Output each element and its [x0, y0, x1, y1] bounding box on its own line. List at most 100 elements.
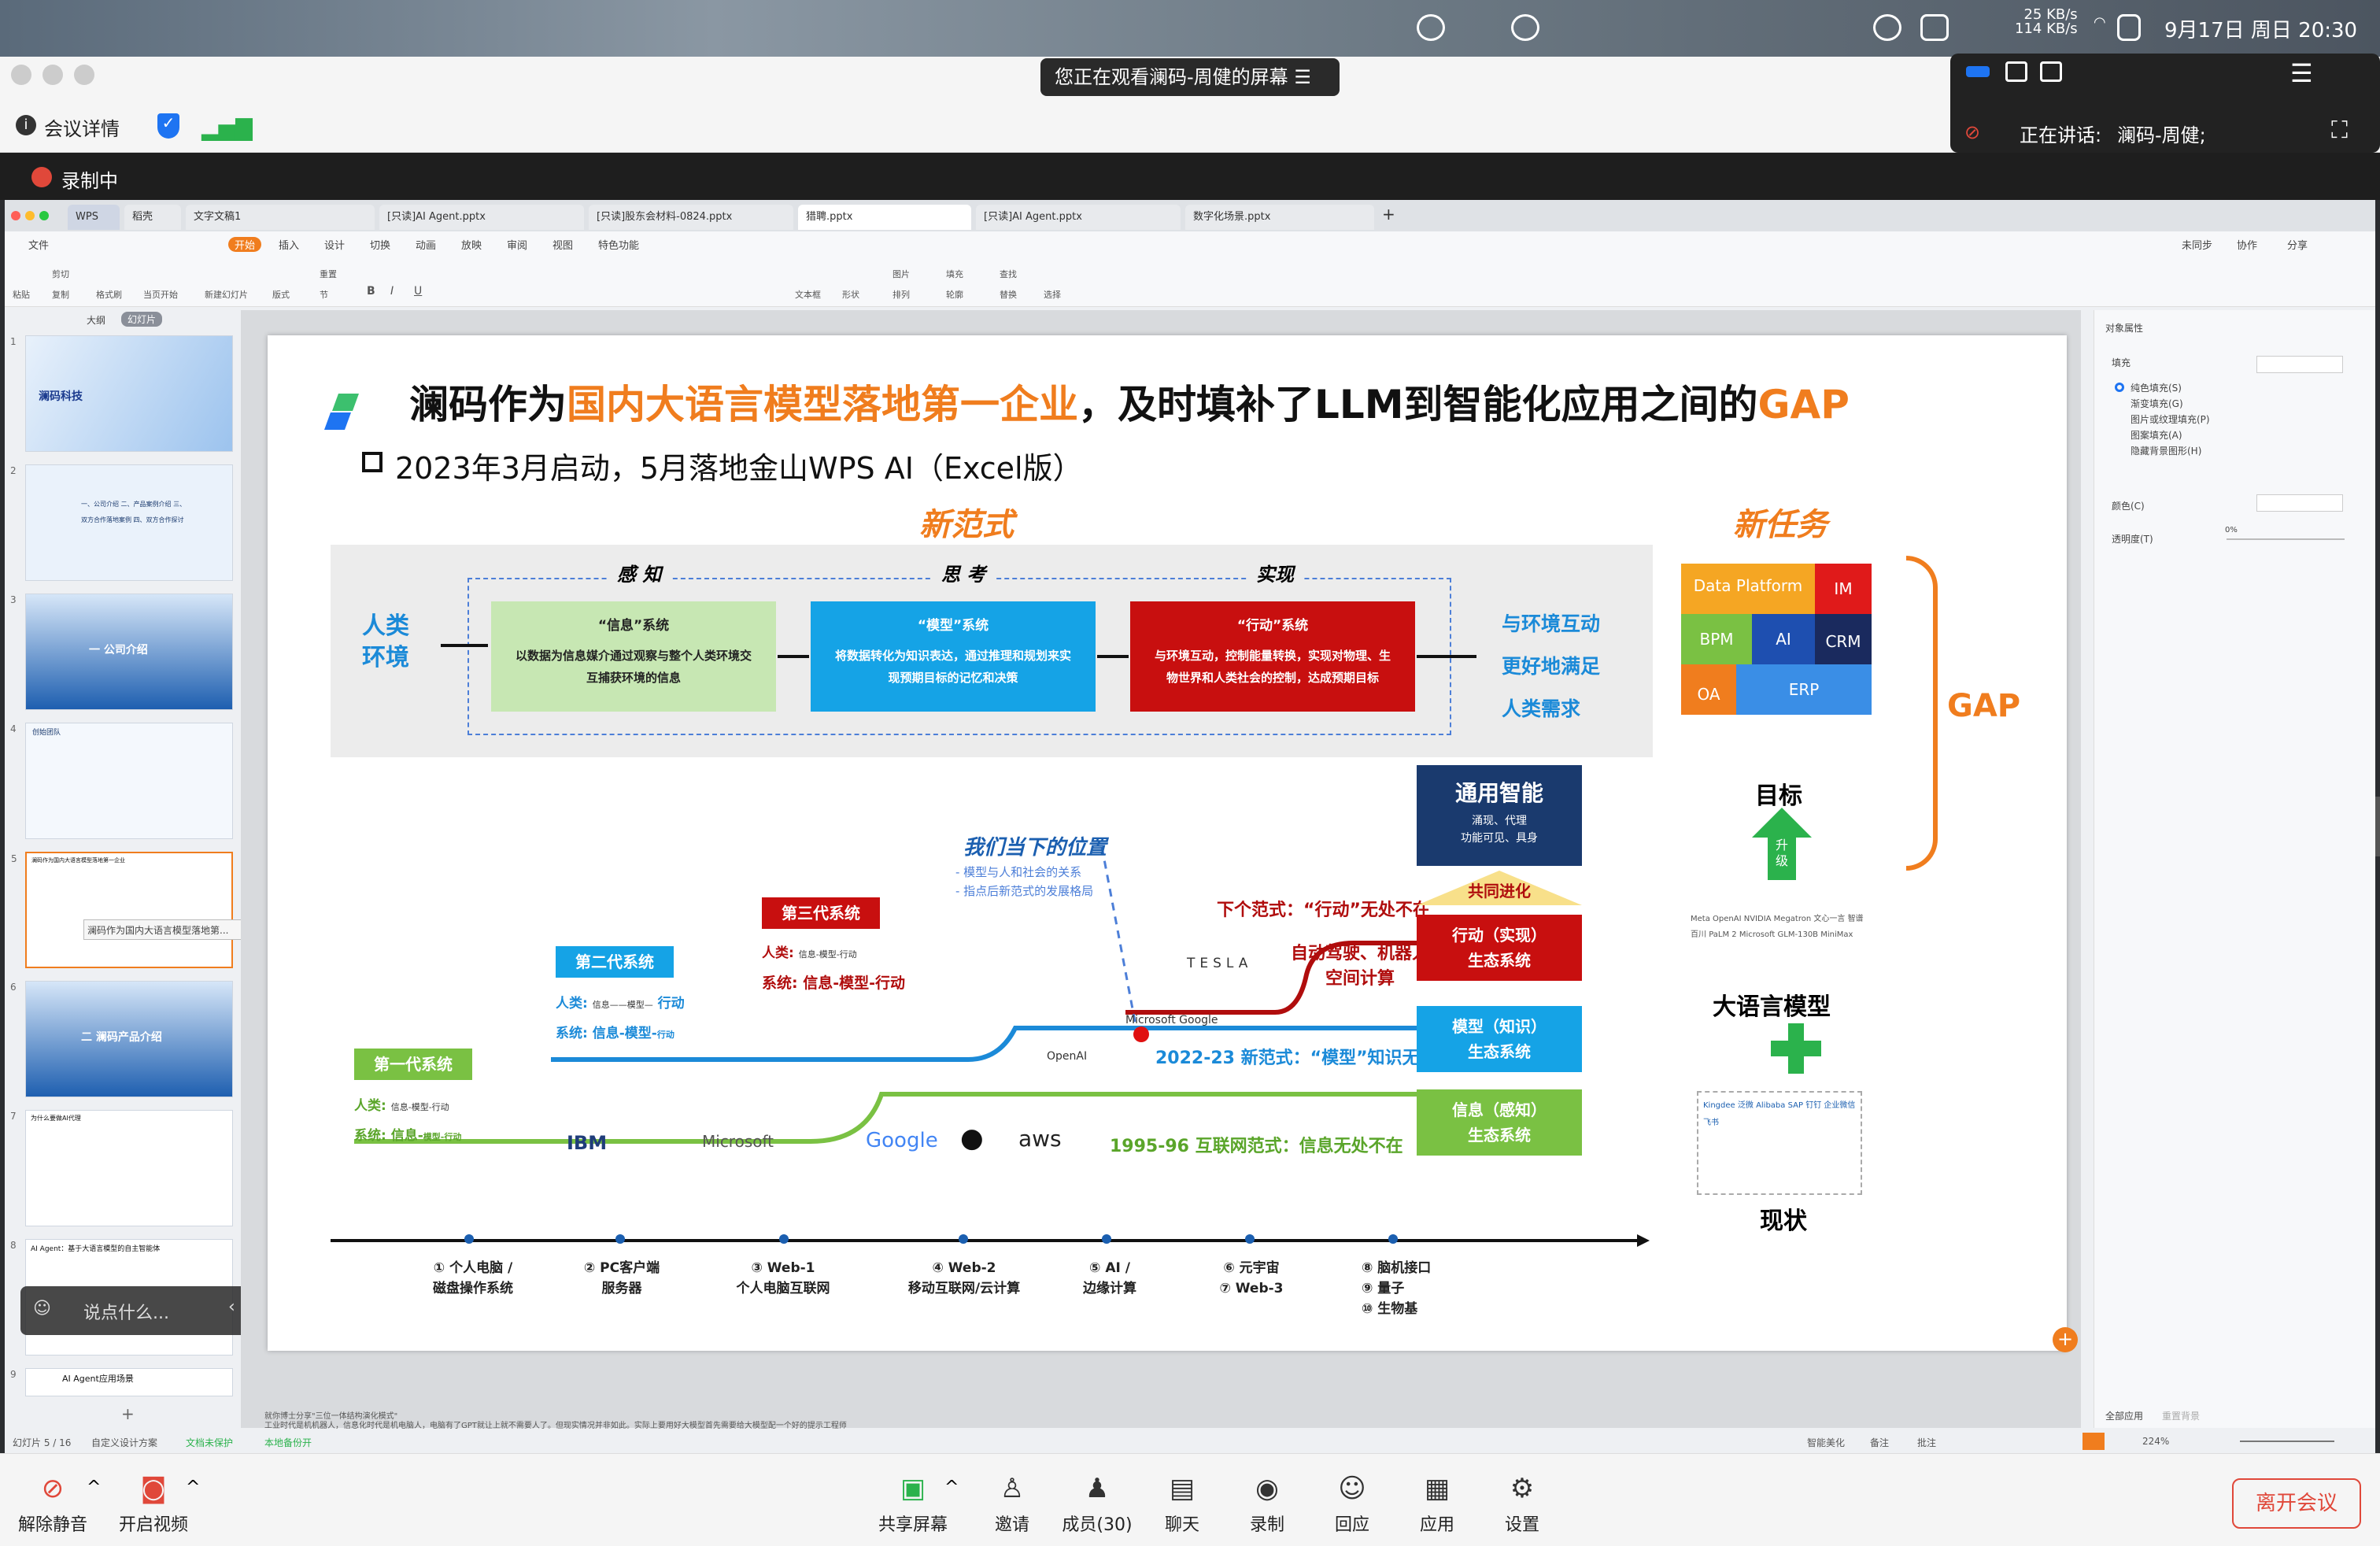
ribbon-replace[interactable]: 替换: [1000, 288, 1017, 301]
ribbon-new-slide[interactable]: 新建幻灯片: [205, 288, 248, 301]
doc-protect[interactable]: 文档未保护: [186, 1436, 233, 1449]
radio-solid[interactable]: [2115, 383, 2124, 392]
outline-tab[interactable]: 大纲: [87, 313, 105, 327]
settings-button[interactable]: ⚙ 设置: [1499, 1471, 1546, 1536]
share-banner[interactable]: 您正在观看澜码-周健的屏幕 ☰: [1040, 58, 1340, 96]
ribbon-outline[interactable]: 轮廓: [946, 288, 963, 301]
start-video-button[interactable]: ◙ 开启视频: [118, 1471, 189, 1536]
tab-ai-agent[interactable]: [只读]AI Agent.pptx: [379, 205, 584, 230]
menu-review[interactable]: 审阅: [507, 237, 527, 252]
tab-digital[interactable]: 数字化场景.pptx: [1185, 205, 1374, 230]
slides-tab[interactable]: 幻灯片: [121, 312, 163, 327]
ribbon-picture[interactable]: 图片: [893, 268, 910, 280]
minimize-view-icon[interactable]: [1966, 66, 1990, 77]
menu-share[interactable]: 分享: [2287, 237, 2308, 252]
ribbon-fill[interactable]: 填充: [946, 268, 963, 280]
comments-toggle[interactable]: 批注: [1917, 1436, 1936, 1449]
fill-option[interactable]: 隐藏背景图形(H): [2131, 444, 2201, 457]
italic-icon[interactable]: I: [390, 285, 394, 298]
tab-docer[interactable]: 稻壳: [124, 205, 181, 230]
fill-option[interactable]: 纯色填充(S): [2131, 381, 2182, 394]
chevron-left-icon[interactable]: ‹: [228, 1297, 235, 1317]
search-icon[interactable]: [1417, 14, 1445, 41]
add-content-button[interactable]: +: [2053, 1327, 2078, 1352]
ribbon-textbox[interactable]: 文本框: [795, 288, 821, 301]
ribbon-section[interactable]: 节: [320, 288, 328, 301]
new-tab-button[interactable]: +: [1382, 205, 1395, 224]
design-scheme[interactable]: 自定义设计方案: [91, 1436, 157, 1449]
chat-button[interactable]: ▤ 聊天: [1159, 1471, 1206, 1536]
smart-beautify[interactable]: 智能美化: [1807, 1436, 1845, 1449]
meeting-details[interactable]: 会议详情: [44, 113, 120, 141]
ribbon-from-current[interactable]: 当页开始: [143, 288, 178, 301]
list-icon[interactable]: ☰: [2290, 58, 2313, 88]
apply-all-button[interactable]: 全部应用: [2105, 1409, 2143, 1422]
menu-transition[interactable]: 切换: [370, 237, 390, 252]
share-chevron-icon[interactable]: ^: [944, 1478, 959, 1497]
thumbnail-7[interactable]: 7 为什么要做AI代理: [10, 1110, 233, 1226]
local-backup[interactable]: 本地备份开: [264, 1436, 312, 1449]
wps-close-button[interactable]: [11, 211, 20, 220]
speaker-notes[interactable]: 就你博士分享"三位一体结构演化模式" 工业时代是机机器人，信息化时代是机电脑人，…: [264, 1412, 2075, 1431]
menu-view[interactable]: 视图: [552, 237, 573, 252]
tab-liepin[interactable]: 猎聘.pptx: [798, 205, 971, 230]
wifi-icon[interactable]: ◠: [2094, 14, 2106, 31]
fill-option[interactable]: 渐变填充(G): [2131, 397, 2183, 410]
color-select[interactable]: [2256, 494, 2343, 512]
ribbon-layout[interactable]: 版式: [272, 288, 290, 301]
thumbnail-9[interactable]: 9 AI Agent应用场景: [10, 1368, 233, 1396]
status-icon[interactable]: [1873, 14, 1901, 41]
thumbnail-5-current[interactable]: 5 澜码作为国内大语言模型落地第一企业: [11, 852, 233, 968]
video-chevron-icon[interactable]: ^: [186, 1478, 200, 1497]
window-maximize-button[interactable]: [74, 65, 94, 85]
ribbon-cut[interactable]: 剪切: [52, 268, 69, 280]
unmute-button[interactable]: ⊘ 解除静音: [17, 1471, 88, 1536]
thumbnail-4[interactable]: 4 创始团队: [10, 723, 233, 839]
tab-doc1[interactable]: 文字文稿1: [186, 205, 375, 230]
bold-icon[interactable]: B: [367, 285, 375, 298]
ribbon-reset[interactable]: 重置: [320, 268, 337, 280]
ribbon-copy[interactable]: 复制: [52, 288, 69, 301]
reactions-button[interactable]: ☺ 回应: [1329, 1471, 1376, 1536]
signal-icon[interactable]: ▂▅▇: [201, 115, 253, 141]
zoom-slider[interactable]: [2240, 1441, 2334, 1442]
layout-icon[interactable]: [2040, 61, 2062, 82]
thumbnail-2[interactable]: 2 一、公司介绍 二、产品案例介绍 三、双方合作落地案例 四、双方合作探讨: [10, 464, 233, 581]
security-shield-icon[interactable]: ✓: [157, 113, 179, 139]
transparency-slider[interactable]: [2227, 538, 2345, 540]
mute-chevron-icon[interactable]: ^: [87, 1478, 101, 1497]
fill-label[interactable]: 填充: [2112, 356, 2131, 369]
notes-toggle[interactable]: 备注: [1870, 1436, 1889, 1449]
datetime[interactable]: 9月17日 周日 20:30: [2164, 14, 2357, 43]
chat-input[interactable]: ☺ 说点什么... ‹: [20, 1286, 252, 1335]
ribbon-shape[interactable]: 形状: [842, 288, 859, 301]
members-button[interactable]: ♟ 成员(30): [1059, 1471, 1135, 1536]
menu-unsynced[interactable]: 未同步: [2182, 237, 2212, 252]
record-button[interactable]: ◉ 录制: [1244, 1471, 1291, 1536]
reset-bg-button[interactable]: 重置背景: [2162, 1409, 2200, 1422]
wechat-icon[interactable]: [1511, 14, 1539, 41]
share-screen-button[interactable]: ▣ 共享屏幕: [877, 1471, 949, 1536]
window-minimize-button[interactable]: [42, 65, 63, 85]
menu-features[interactable]: 特色功能: [598, 237, 639, 252]
play-button[interactable]: [2082, 1433, 2105, 1450]
ribbon-paste[interactable]: 粘贴: [13, 288, 30, 301]
slide[interactable]: 澜码作为国内大语言模型落地第一企业，及时填补了LLM到智能化应用之间的GAP 2…: [268, 335, 2067, 1351]
ribbon-arrange[interactable]: 排列: [893, 288, 910, 301]
menu-home[interactable]: 开始: [228, 237, 262, 252]
tab-ai-agent-2[interactable]: [只读]AI Agent.pptx: [976, 205, 1181, 230]
ribbon-select[interactable]: 选择: [1044, 288, 1061, 301]
fullscreen-icon[interactable]: ⛶: [2331, 117, 2348, 144]
tab-shareholder[interactable]: [只读]股东会材料-0824.pptx: [589, 205, 793, 230]
thumbnail-1[interactable]: 1 澜码科技: [10, 335, 233, 452]
fill-option[interactable]: 图片或纹理填充(P): [2131, 412, 2210, 426]
menu-slideshow[interactable]: 放映: [461, 237, 482, 252]
menu-animation[interactable]: 动画: [416, 237, 436, 252]
fill-option[interactable]: 图案填充(A): [2131, 428, 2182, 442]
menu-insert[interactable]: 插入: [279, 237, 299, 252]
add-slide-button[interactable]: +: [121, 1404, 135, 1423]
tab-wps[interactable]: WPS: [68, 205, 120, 230]
thumbnail-3[interactable]: 3 一 公司介绍: [10, 594, 233, 710]
underline-icon[interactable]: U: [414, 285, 422, 298]
wps-minimize-button[interactable]: [25, 211, 35, 220]
